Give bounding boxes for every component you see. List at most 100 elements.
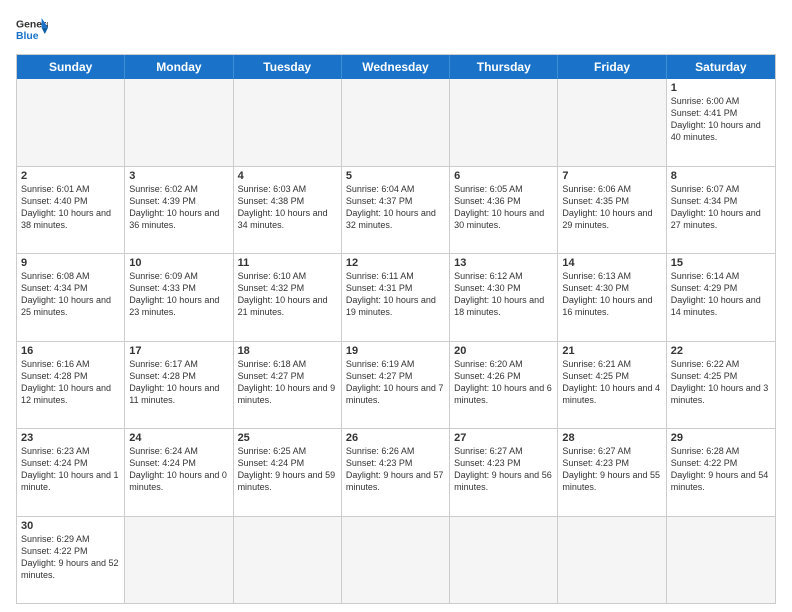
calendar-cell: 26Sunrise: 6:26 AM Sunset: 4:23 PM Dayli…	[342, 429, 450, 516]
day-info: Sunrise: 6:08 AM Sunset: 4:34 PM Dayligh…	[21, 270, 120, 319]
day-number: 23	[21, 432, 120, 444]
calendar-cell: 17Sunrise: 6:17 AM Sunset: 4:28 PM Dayli…	[125, 342, 233, 429]
calendar-cell: 6Sunrise: 6:05 AM Sunset: 4:36 PM Daylig…	[450, 167, 558, 254]
calendar-cell: 1Sunrise: 6:00 AM Sunset: 4:41 PM Daylig…	[667, 79, 775, 166]
calendar-cell: 23Sunrise: 6:23 AM Sunset: 4:24 PM Dayli…	[17, 429, 125, 516]
day-number: 22	[671, 345, 771, 357]
day-info: Sunrise: 6:04 AM Sunset: 4:37 PM Dayligh…	[346, 183, 445, 232]
day-info: Sunrise: 6:28 AM Sunset: 4:22 PM Dayligh…	[671, 445, 771, 494]
day-info: Sunrise: 6:11 AM Sunset: 4:31 PM Dayligh…	[346, 270, 445, 319]
calendar-cell	[558, 517, 666, 604]
calendar-body: 1Sunrise: 6:00 AM Sunset: 4:41 PM Daylig…	[17, 79, 775, 603]
day-number: 5	[346, 170, 445, 182]
calendar-cell: 18Sunrise: 6:18 AM Sunset: 4:27 PM Dayli…	[234, 342, 342, 429]
svg-text:Blue: Blue	[16, 31, 39, 42]
calendar-cell: 25Sunrise: 6:25 AM Sunset: 4:24 PM Dayli…	[234, 429, 342, 516]
header: General Blue	[16, 16, 776, 44]
calendar-cell: 9Sunrise: 6:08 AM Sunset: 4:34 PM Daylig…	[17, 254, 125, 341]
logo: General Blue	[16, 16, 48, 44]
weekday-header: Tuesday	[234, 55, 342, 79]
day-info: Sunrise: 6:14 AM Sunset: 4:29 PM Dayligh…	[671, 270, 771, 319]
calendar-cell	[450, 79, 558, 166]
day-info: Sunrise: 6:16 AM Sunset: 4:28 PM Dayligh…	[21, 358, 120, 407]
day-number: 15	[671, 257, 771, 269]
day-number: 18	[238, 345, 337, 357]
calendar-cell: 22Sunrise: 6:22 AM Sunset: 4:25 PM Dayli…	[667, 342, 775, 429]
day-info: Sunrise: 6:09 AM Sunset: 4:33 PM Dayligh…	[129, 270, 228, 319]
calendar-row: 1Sunrise: 6:00 AM Sunset: 4:41 PM Daylig…	[17, 79, 775, 167]
weekday-header: Monday	[125, 55, 233, 79]
calendar-cell: 13Sunrise: 6:12 AM Sunset: 4:30 PM Dayli…	[450, 254, 558, 341]
calendar-cell	[667, 517, 775, 604]
calendar: SundayMondayTuesdayWednesdayThursdayFrid…	[16, 54, 776, 604]
calendar-cell: 4Sunrise: 6:03 AM Sunset: 4:38 PM Daylig…	[234, 167, 342, 254]
calendar-cell: 15Sunrise: 6:14 AM Sunset: 4:29 PM Dayli…	[667, 254, 775, 341]
day-number: 9	[21, 257, 120, 269]
calendar-cell	[450, 517, 558, 604]
calendar-cell: 28Sunrise: 6:27 AM Sunset: 4:23 PM Dayli…	[558, 429, 666, 516]
day-number: 27	[454, 432, 553, 444]
day-info: Sunrise: 6:17 AM Sunset: 4:28 PM Dayligh…	[129, 358, 228, 407]
day-number: 20	[454, 345, 553, 357]
day-number: 26	[346, 432, 445, 444]
weekday-header: Thursday	[450, 55, 558, 79]
calendar-row: 16Sunrise: 6:16 AM Sunset: 4:28 PM Dayli…	[17, 342, 775, 430]
day-info: Sunrise: 6:21 AM Sunset: 4:25 PM Dayligh…	[562, 358, 661, 407]
day-info: Sunrise: 6:26 AM Sunset: 4:23 PM Dayligh…	[346, 445, 445, 494]
calendar-row: 30Sunrise: 6:29 AM Sunset: 4:22 PM Dayli…	[17, 517, 775, 604]
day-info: Sunrise: 6:25 AM Sunset: 4:24 PM Dayligh…	[238, 445, 337, 494]
weekday-header: Friday	[558, 55, 666, 79]
day-number: 30	[21, 520, 120, 532]
day-number: 29	[671, 432, 771, 444]
calendar-cell	[125, 517, 233, 604]
day-info: Sunrise: 6:13 AM Sunset: 4:30 PM Dayligh…	[562, 270, 661, 319]
calendar-cell	[342, 517, 450, 604]
day-info: Sunrise: 6:20 AM Sunset: 4:26 PM Dayligh…	[454, 358, 553, 407]
calendar-cell: 5Sunrise: 6:04 AM Sunset: 4:37 PM Daylig…	[342, 167, 450, 254]
calendar-cell: 21Sunrise: 6:21 AM Sunset: 4:25 PM Dayli…	[558, 342, 666, 429]
day-info: Sunrise: 6:18 AM Sunset: 4:27 PM Dayligh…	[238, 358, 337, 407]
day-number: 25	[238, 432, 337, 444]
day-number: 10	[129, 257, 228, 269]
page: General Blue SundayMondayTuesdayWednesda…	[0, 0, 792, 612]
day-info: Sunrise: 6:03 AM Sunset: 4:38 PM Dayligh…	[238, 183, 337, 232]
calendar-header: SundayMondayTuesdayWednesdayThursdayFrid…	[17, 55, 775, 79]
calendar-cell: 8Sunrise: 6:07 AM Sunset: 4:34 PM Daylig…	[667, 167, 775, 254]
calendar-cell: 12Sunrise: 6:11 AM Sunset: 4:31 PM Dayli…	[342, 254, 450, 341]
calendar-cell: 16Sunrise: 6:16 AM Sunset: 4:28 PM Dayli…	[17, 342, 125, 429]
day-number: 21	[562, 345, 661, 357]
calendar-cell: 27Sunrise: 6:27 AM Sunset: 4:23 PM Dayli…	[450, 429, 558, 516]
day-info: Sunrise: 6:02 AM Sunset: 4:39 PM Dayligh…	[129, 183, 228, 232]
day-info: Sunrise: 6:05 AM Sunset: 4:36 PM Dayligh…	[454, 183, 553, 232]
day-info: Sunrise: 6:00 AM Sunset: 4:41 PM Dayligh…	[671, 95, 771, 144]
day-number: 16	[21, 345, 120, 357]
weekday-header: Saturday	[667, 55, 775, 79]
weekday-header: Wednesday	[342, 55, 450, 79]
calendar-cell: 7Sunrise: 6:06 AM Sunset: 4:35 PM Daylig…	[558, 167, 666, 254]
calendar-cell	[234, 79, 342, 166]
calendar-cell: 29Sunrise: 6:28 AM Sunset: 4:22 PM Dayli…	[667, 429, 775, 516]
day-info: Sunrise: 6:12 AM Sunset: 4:30 PM Dayligh…	[454, 270, 553, 319]
day-number: 6	[454, 170, 553, 182]
day-info: Sunrise: 6:19 AM Sunset: 4:27 PM Dayligh…	[346, 358, 445, 407]
day-number: 2	[21, 170, 120, 182]
calendar-row: 2Sunrise: 6:01 AM Sunset: 4:40 PM Daylig…	[17, 167, 775, 255]
logo-icon: General Blue	[16, 16, 48, 44]
calendar-cell: 24Sunrise: 6:24 AM Sunset: 4:24 PM Dayli…	[125, 429, 233, 516]
day-number: 8	[671, 170, 771, 182]
calendar-row: 9Sunrise: 6:08 AM Sunset: 4:34 PM Daylig…	[17, 254, 775, 342]
calendar-cell	[125, 79, 233, 166]
day-info: Sunrise: 6:27 AM Sunset: 4:23 PM Dayligh…	[454, 445, 553, 494]
calendar-cell	[342, 79, 450, 166]
calendar-cell	[17, 79, 125, 166]
day-info: Sunrise: 6:23 AM Sunset: 4:24 PM Dayligh…	[21, 445, 120, 494]
calendar-cell: 10Sunrise: 6:09 AM Sunset: 4:33 PM Dayli…	[125, 254, 233, 341]
day-number: 7	[562, 170, 661, 182]
day-info: Sunrise: 6:22 AM Sunset: 4:25 PM Dayligh…	[671, 358, 771, 407]
weekday-header: Sunday	[17, 55, 125, 79]
calendar-row: 23Sunrise: 6:23 AM Sunset: 4:24 PM Dayli…	[17, 429, 775, 517]
day-info: Sunrise: 6:27 AM Sunset: 4:23 PM Dayligh…	[562, 445, 661, 494]
calendar-cell	[558, 79, 666, 166]
calendar-cell	[234, 517, 342, 604]
day-number: 1	[671, 82, 771, 94]
